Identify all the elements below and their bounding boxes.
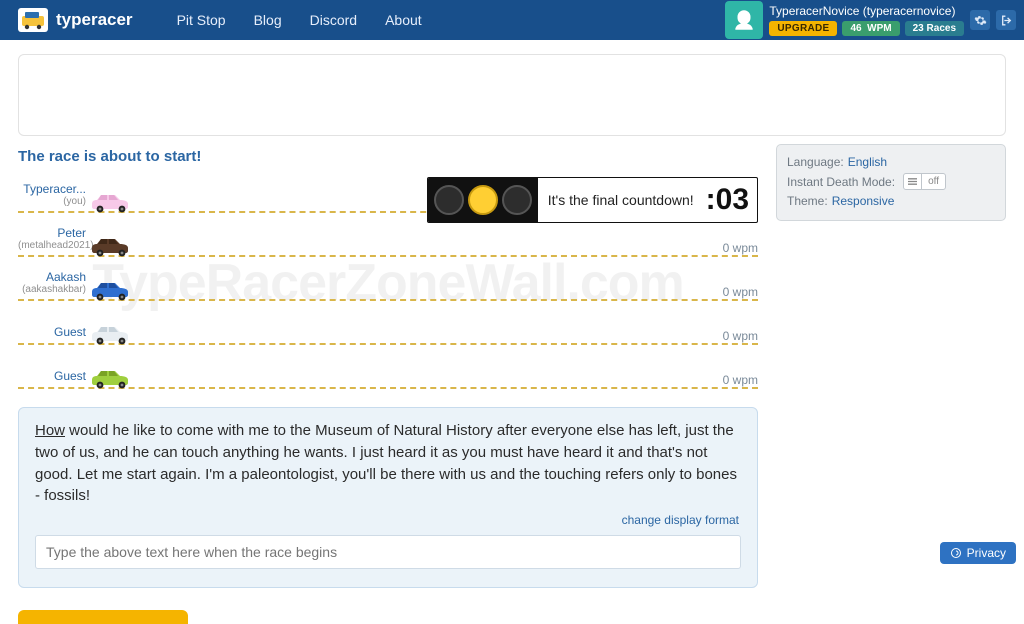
countdown-text: It's the final countdown! bbox=[538, 192, 704, 208]
race-status: The race is about to start! bbox=[18, 148, 758, 165]
lane-label: Peter (metalhead2021) bbox=[18, 226, 86, 255]
lane: Guest 0 wpm bbox=[18, 353, 758, 389]
countdown-box: It's the final countdown! :03 bbox=[427, 177, 758, 223]
setting-language: Language: English bbox=[787, 153, 995, 171]
race-column: The race is about to start! TypeRacerZon… bbox=[18, 144, 758, 624]
lane-label: Typeracer... (you) bbox=[18, 182, 86, 211]
nav-link-blog[interactable]: Blog bbox=[254, 12, 282, 28]
nav-link-pitstop[interactable]: Pit Stop bbox=[177, 12, 226, 28]
lane-track bbox=[86, 273, 698, 299]
avatar[interactable] bbox=[725, 1, 763, 39]
user-column: TyperacerNovice (typeracernovice) UPGRAD… bbox=[769, 4, 964, 36]
upgrade-pill[interactable]: UPGRADE bbox=[769, 21, 837, 36]
primary-action-peek[interactable] bbox=[18, 610, 188, 624]
quote-first-word: How bbox=[35, 422, 65, 439]
nav-right: TyperacerNovice (typeracernovice) UPGRAD… bbox=[725, 1, 1016, 39]
settings-column: Language: English Instant Death Mode: of… bbox=[776, 144, 1006, 221]
privacy-button[interactable]: Privacy bbox=[940, 542, 1016, 564]
lane-player-sub: (aakashakbar) bbox=[18, 284, 86, 295]
language-label: Language: bbox=[787, 155, 844, 169]
lane-label: Aakash (aakashakbar) bbox=[18, 270, 86, 299]
car-icon bbox=[88, 365, 134, 389]
setting-theme: Theme: Responsive bbox=[787, 192, 995, 210]
top-nav: typeracer Pit Stop Blog Discord About Ty… bbox=[0, 0, 1024, 40]
lane-track bbox=[86, 361, 698, 387]
death-label: Instant Death Mode: bbox=[787, 175, 895, 189]
lane: Peter (metalhead2021) 0 wpm bbox=[18, 221, 758, 257]
light-yellow bbox=[468, 185, 498, 215]
lane-label: Guest bbox=[18, 325, 86, 343]
lane-player-name[interactable]: Guest bbox=[18, 325, 86, 339]
lane-label: Guest bbox=[18, 369, 86, 387]
nav-links: Pit Stop Blog Discord About bbox=[177, 12, 422, 28]
quote-text: How would he like to come with me to the… bbox=[35, 420, 741, 507]
races-pill[interactable]: 23 Races bbox=[905, 21, 964, 36]
change-display-format-link[interactable]: change display format bbox=[37, 513, 739, 527]
toggle-state: off bbox=[922, 176, 945, 187]
lane-track bbox=[86, 229, 698, 255]
nav-link-about[interactable]: About bbox=[385, 12, 422, 28]
death-toggle[interactable]: off bbox=[903, 173, 946, 190]
car-icon bbox=[88, 189, 134, 213]
light-green bbox=[502, 185, 532, 215]
lane-player-name[interactable]: Typeracer... bbox=[18, 182, 86, 196]
car-icon bbox=[88, 233, 134, 257]
lane-player-sub: (metalhead2021) bbox=[18, 240, 86, 251]
quote-card: How would he like to come with me to the… bbox=[18, 407, 758, 588]
lane-wpm: 0 wpm bbox=[698, 241, 758, 255]
lane-player-sub: (you) bbox=[18, 196, 86, 207]
quote-rest: would he like to come with me to the Mus… bbox=[35, 422, 737, 504]
lane-player-name[interactable]: Guest bbox=[18, 369, 86, 383]
lane: Aakash (aakashakbar) 0 wpm bbox=[18, 265, 758, 301]
brand-text: typeracer bbox=[56, 10, 133, 30]
lane-player-name[interactable]: Aakash bbox=[18, 270, 86, 284]
traffic-light-icon bbox=[428, 178, 538, 222]
lane: Guest 0 wpm bbox=[18, 309, 758, 345]
nav-link-discord[interactable]: Discord bbox=[310, 12, 357, 28]
car-icon bbox=[88, 277, 134, 301]
logout-icon[interactable] bbox=[996, 10, 1016, 30]
lane-track bbox=[86, 317, 698, 343]
logo-icon bbox=[18, 8, 48, 32]
main: The race is about to start! TypeRacerZon… bbox=[0, 144, 1024, 624]
setting-instant-death: Instant Death Mode: off bbox=[787, 171, 995, 192]
username[interactable]: TyperacerNovice (typeracernovice) bbox=[769, 4, 964, 18]
lane-wpm: 0 wpm bbox=[698, 285, 758, 299]
lane-wpm: 0 wpm bbox=[698, 373, 758, 387]
gear-icon[interactable] bbox=[970, 10, 990, 30]
logo[interactable]: typeracer bbox=[18, 8, 133, 32]
countdown-timer: :03 bbox=[704, 183, 757, 217]
light-red bbox=[434, 185, 464, 215]
toggle-bars-icon bbox=[904, 174, 922, 189]
ad-placeholder bbox=[18, 54, 1006, 136]
lane-wpm: 0 wpm bbox=[698, 329, 758, 343]
car-icon bbox=[88, 321, 134, 345]
settings-panel: Language: English Instant Death Mode: of… bbox=[776, 144, 1006, 221]
privacy-label: Privacy bbox=[967, 546, 1006, 560]
typing-input[interactable] bbox=[35, 535, 741, 569]
pill-row: UPGRADE 46 WPM 23 Races bbox=[769, 21, 964, 36]
theme-label: Theme: bbox=[787, 194, 828, 208]
theme-value[interactable]: Responsive bbox=[832, 194, 895, 208]
lanes: TypeRacerZoneWall.com It's the final cou… bbox=[18, 177, 758, 389]
wpm-pill[interactable]: 46 WPM bbox=[842, 21, 899, 36]
language-value[interactable]: English bbox=[848, 155, 887, 169]
lane-player-name[interactable]: Peter bbox=[18, 226, 86, 240]
